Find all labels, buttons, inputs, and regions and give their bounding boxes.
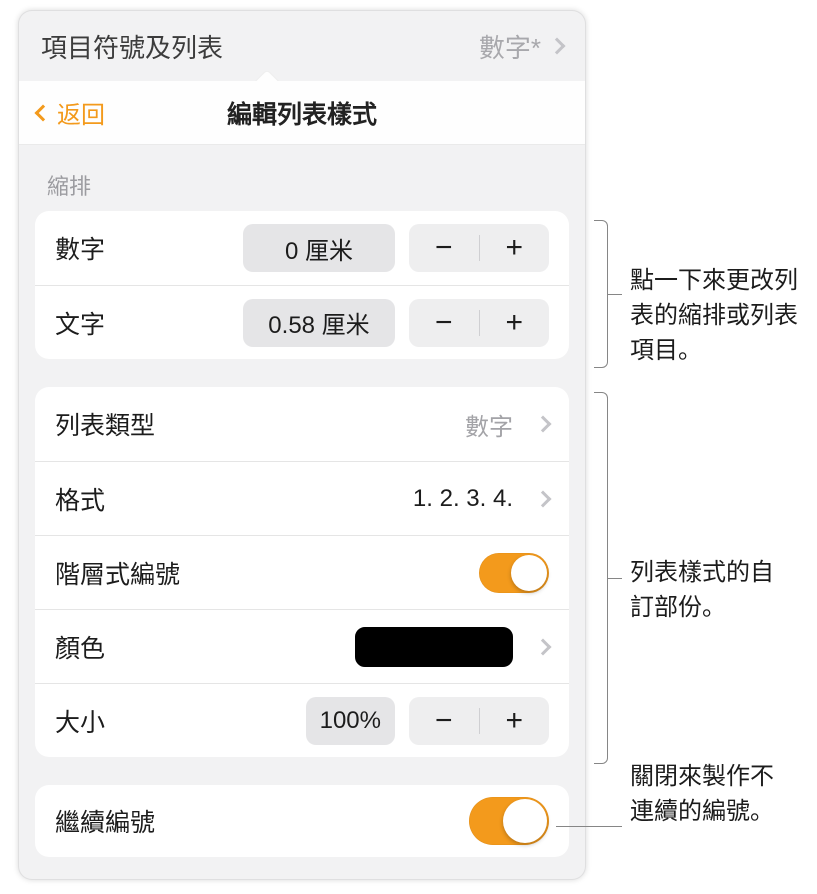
list-type-label: 列表類型 <box>55 406 155 442</box>
size-stepper: − + <box>409 697 549 745</box>
chevron-right-icon <box>535 490 552 507</box>
settings-popover: 項目符號及列表 數字* 返回 編輯列表樣式 縮排 數字 0 厘米 − + <box>18 10 586 880</box>
indent-number-increment[interactable]: + <box>480 231 550 265</box>
indent-text-stepper: − + <box>409 299 549 347</box>
list-type-row[interactable]: 列表類型 數字 <box>35 387 569 461</box>
callout-continue: 關閉來製作不連續的編號。 <box>630 760 790 830</box>
back-button[interactable]: 返回 <box>37 95 105 130</box>
format-row[interactable]: 格式 1. 2. 3. 4. <box>35 461 569 535</box>
tiered-row: 階層式編號 <box>35 535 569 609</box>
sub-header: 返回 編輯列表樣式 <box>19 81 585 145</box>
indent-number-label: 數字 <box>55 230 105 266</box>
callout-line <box>608 294 622 295</box>
callout-indent: 點一下來更改列表的縮排或列表項目。 <box>630 264 800 368</box>
back-label: 返回 <box>57 95 105 130</box>
callout-line <box>556 826 622 827</box>
indent-text-row: 文字 0.58 厘米 − + <box>35 285 569 359</box>
size-field[interactable]: 100% <box>306 697 395 745</box>
list-type-value: 數字 <box>465 407 513 442</box>
color-row[interactable]: 顏色 <box>35 609 569 683</box>
size-row: 大小 100% − + <box>35 683 569 757</box>
indent-group: 數字 0 厘米 − + 文字 0.58 厘米 − + <box>35 211 569 359</box>
callout-line <box>608 578 622 579</box>
indent-number-decrement[interactable]: − <box>409 231 479 265</box>
indent-text-increment[interactable]: + <box>480 306 550 340</box>
callout-style: 列表樣式的自訂部份。 <box>630 556 790 626</box>
indent-number-field[interactable]: 0 厘米 <box>243 224 395 272</box>
color-label: 顏色 <box>55 629 105 665</box>
tiered-toggle[interactable] <box>479 553 549 593</box>
continue-group: 繼續編號 <box>35 785 569 857</box>
indent-text-label: 文字 <box>55 305 105 341</box>
indent-section-header: 縮排 <box>19 145 585 211</box>
continue-toggle[interactable] <box>469 797 549 845</box>
chevron-right-icon <box>549 38 566 55</box>
indent-text-decrement[interactable]: − <box>409 306 479 340</box>
continue-label: 繼續編號 <box>55 803 155 839</box>
breadcrumb-value-link[interactable]: 數字* <box>479 28 563 65</box>
callout-bracket <box>594 220 608 368</box>
style-group: 列表類型 數字 格式 1. 2. 3. 4. 階層式編號 顏色 <box>35 387 569 757</box>
breadcrumb-row[interactable]: 項目符號及列表 數字* <box>19 11 585 81</box>
indent-number-stepper: − + <box>409 224 549 272</box>
callout-bracket <box>594 392 608 764</box>
chevron-right-icon <box>535 416 552 433</box>
continue-row: 繼續編號 <box>35 785 569 857</box>
chevron-right-icon <box>535 638 552 655</box>
size-decrement[interactable]: − <box>409 704 479 738</box>
indent-text-field[interactable]: 0.58 厘米 <box>243 299 395 347</box>
chevron-left-icon <box>35 104 52 121</box>
color-swatch[interactable] <box>355 627 513 667</box>
tiered-label: 階層式編號 <box>55 555 180 591</box>
breadcrumb-label: 項目符號及列表 <box>41 28 223 65</box>
breadcrumb-value: 數字* <box>479 28 541 65</box>
size-increment[interactable]: + <box>480 704 550 738</box>
format-value: 1. 2. 3. 4. <box>413 485 513 513</box>
format-label: 格式 <box>55 481 105 517</box>
indent-number-row: 數字 0 厘米 − + <box>35 211 569 285</box>
page-title: 編輯列表樣式 <box>227 95 377 131</box>
size-label: 大小 <box>55 703 105 739</box>
